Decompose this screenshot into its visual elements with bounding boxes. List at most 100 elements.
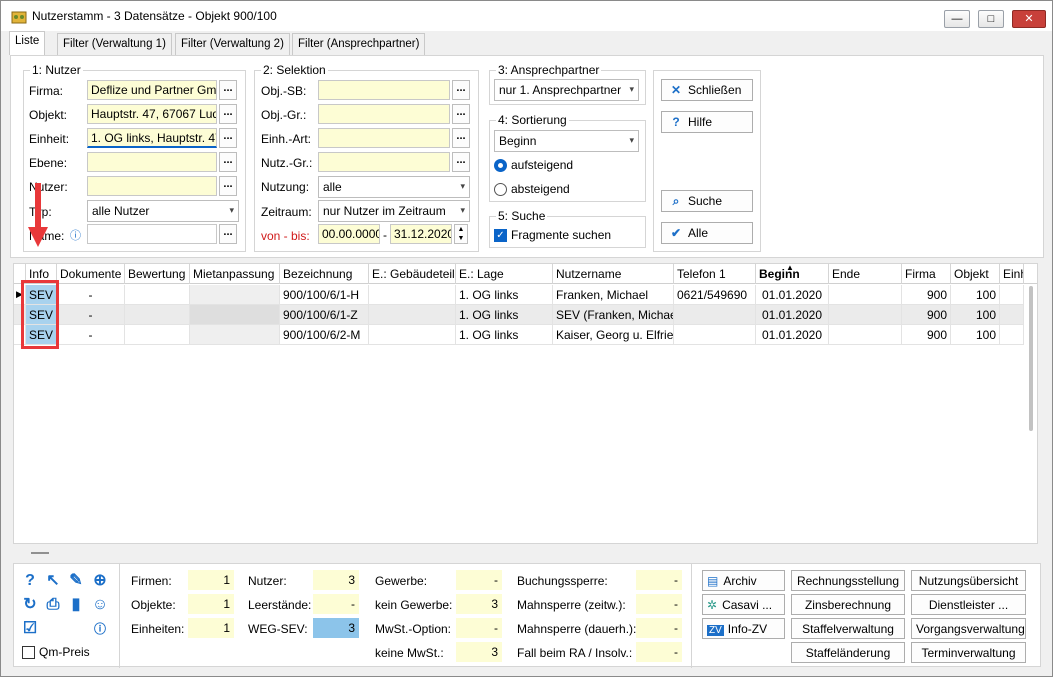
nutzername-cell: SEV (Franken, Michael)	[553, 305, 674, 325]
table-row[interactable]: SEV - 900/100/6/1-Z 1. OG links SEV (Fra…	[14, 305, 1024, 325]
help-icon[interactable]: ?	[21, 572, 39, 590]
col-mietanpassung[interactable]: Mietanpassung	[190, 264, 280, 284]
col-bezeichnung[interactable]: Bezeichnung	[280, 264, 369, 284]
einh-art-browse-button[interactable]: ...	[452, 128, 470, 148]
refresh-icon[interactable]: ↻	[21, 596, 39, 614]
aufsteigend-radio[interactable]	[494, 159, 507, 172]
select-icon[interactable]: ↖	[44, 572, 62, 590]
obj-sb-browse-button[interactable]: ...	[452, 80, 470, 100]
qm-preis-checkbox[interactable]	[22, 646, 35, 659]
absteigend-radio[interactable]	[494, 183, 507, 196]
chevron-down-icon: ▾	[460, 205, 465, 215]
col-einh[interactable]: Einh	[1000, 264, 1024, 284]
terminverwaltung-button[interactable]: Terminverwaltung	[911, 642, 1026, 663]
info-zv-button[interactable]: ZV Info-ZV	[702, 618, 785, 639]
einheit-field[interactable]: 1. OG links, Hauptstr. 47	[87, 128, 217, 148]
keine-mwst-value: 3	[456, 642, 502, 662]
sortierung-select[interactable]: Beginn ▾	[494, 130, 639, 152]
nutzer-browse-button[interactable]: ...	[219, 176, 237, 196]
tab-filter-verwaltung-2[interactable]: Filter (Verwaltung 2)	[175, 33, 290, 55]
all-button[interactable]: ✔ Alle	[661, 222, 753, 244]
sortierung-group: 4: Sortierung Beginn ▾ aufsteigend abstei…	[489, 113, 646, 202]
nutz-gr-field[interactable]	[318, 152, 450, 172]
maximize-button[interactable]: □	[978, 10, 1004, 28]
nutzung-label: Nutzung:	[261, 180, 310, 194]
rechnungsstellung-button[interactable]: Rechnungsstellung	[791, 570, 905, 591]
col-objekt[interactable]: Objekt	[951, 264, 1000, 284]
close-button[interactable]: ✕ Schließen	[661, 79, 753, 101]
name-browse-button[interactable]: ...	[219, 224, 237, 244]
weg-sev-value[interactable]: 3	[313, 618, 359, 638]
tab-filter-verwaltung-1[interactable]: Filter (Verwaltung 1)	[57, 33, 172, 55]
search-button[interactable]: ⌕ Suche	[661, 190, 753, 212]
telefon-cell	[674, 325, 756, 345]
firma-field[interactable]: Deflize und Partner GmbH	[87, 80, 217, 100]
table-row[interactable]: SEV - 900/100/6/2-M 1. OG links Kaiser, …	[14, 325, 1024, 345]
fragmente-checkbox[interactable]: ✓	[494, 229, 507, 242]
objekt-cell: 100	[951, 285, 1000, 305]
objekt-cell: 100	[951, 325, 1000, 345]
col-gebaeudeteil[interactable]: E.: Gebäudeteil	[369, 264, 456, 284]
col-dokumente[interactable]: Dokumente	[57, 264, 125, 284]
date-to-field[interactable]: 31.12.2020	[390, 224, 452, 244]
einh-art-field[interactable]	[318, 128, 450, 148]
mietanpassung-cell	[190, 285, 280, 305]
zinsberechnung-button[interactable]: Zinsberechnung	[791, 594, 905, 615]
close-icon: ✕	[670, 83, 682, 97]
zeitraum-select[interactable]: nur Nutzer im Zeitraum ▾	[318, 200, 470, 222]
summary-panel: ? ↖ ✎ ⊕ ↻ ⎙ ▮ ☺ ☑ ⓘ Qm-Preis Firmen: 1 O…	[13, 563, 1041, 668]
col-firma[interactable]: Firma	[902, 264, 951, 284]
dienstleister-button[interactable]: Dienstleister ...	[911, 594, 1026, 615]
casavi-button[interactable]: ✲ Casavi ...	[702, 594, 785, 615]
date-from-field[interactable]: 00.00.0000	[318, 224, 380, 244]
checklist-icon[interactable]: ☑	[21, 620, 39, 638]
main-window: Nutzerstamm - 3 Datensätze - Objekt 900/…	[0, 0, 1053, 677]
help-button[interactable]: ? Hilfe	[661, 111, 753, 133]
obj-sb-field[interactable]	[318, 80, 450, 100]
ebene-field[interactable]	[87, 152, 217, 172]
obj-gr-field[interactable]	[318, 104, 450, 124]
info-icon[interactable]: ⓘ	[91, 620, 109, 638]
einheit-browse-button[interactable]: ...	[219, 128, 237, 148]
objekt-field[interactable]: Hauptstr. 47, 67067 Ludwigshafen	[87, 104, 217, 124]
tab-liste[interactable]: Liste	[9, 31, 46, 55]
office-icon[interactable]: ▮	[67, 596, 85, 614]
user-icon[interactable]: ☺	[91, 596, 109, 614]
nutz-gr-browse-button[interactable]: ...	[452, 152, 470, 172]
nutzer-field[interactable]	[87, 176, 217, 196]
tab-filter-ansprechpartner[interactable]: Filter (Ansprechpartner)	[292, 33, 426, 55]
col-lage[interactable]: E.: Lage	[456, 264, 553, 284]
archiv-button[interactable]: ▤ Archiv	[702, 570, 785, 591]
divider	[691, 564, 692, 668]
vorgangsverwaltung-button[interactable]: Vorgangsverwaltung	[911, 618, 1026, 639]
col-bewertung[interactable]: Bewertung	[125, 264, 190, 284]
name-field[interactable]	[87, 224, 217, 244]
mietanpassung-cell	[190, 325, 280, 345]
firma-browse-button[interactable]: ...	[219, 80, 237, 100]
staffelverwaltung-button[interactable]: Staffelverwaltung	[791, 618, 905, 639]
close-window-button[interactable]: ✕	[1012, 10, 1046, 28]
vertical-scrollbar[interactable]	[1029, 286, 1033, 431]
obj-sb-label: Obj.-SB:	[261, 84, 307, 98]
ansprechpartner-select[interactable]: nur 1. Ansprechpartner ▾	[494, 79, 639, 101]
nutzung-select[interactable]: alle ▾	[318, 176, 470, 198]
nutzer-group: 1: Nutzer Firma: Deflize und Partner Gmb…	[23, 63, 246, 252]
objekt-browse-button[interactable]: ...	[219, 104, 237, 124]
mahnsperre-zeitw-label: Mahnsperre (zeitw.):	[517, 598, 626, 612]
typ-select[interactable]: alle Nutzer ▾	[87, 200, 239, 222]
table-row[interactable]: ▶ SEV - 900/100/6/1-H 1. OG links Franke…	[14, 285, 1024, 305]
col-telefon[interactable]: Telefon 1	[674, 264, 756, 284]
ebene-browse-button[interactable]: ...	[219, 152, 237, 172]
lage-cell: 1. OG links	[456, 305, 553, 325]
print-icon[interactable]: ⎙	[44, 596, 62, 614]
nutzungsuebersicht-button[interactable]: Nutzungsübersicht	[911, 570, 1026, 591]
add-icon[interactable]: ⊕	[91, 572, 109, 590]
staffelaenderung-button[interactable]: Staffeländerung	[791, 642, 905, 663]
col-ende[interactable]: Ende	[829, 264, 902, 284]
col-nutzername[interactable]: Nutzername	[553, 264, 674, 284]
edit-icon[interactable]: ✎	[67, 572, 85, 590]
panel-splitter[interactable]	[31, 552, 49, 554]
minimize-button[interactable]: —	[944, 10, 970, 28]
date-spinner[interactable]: ▲ ▼	[454, 224, 468, 244]
obj-gr-browse-button[interactable]: ...	[452, 104, 470, 124]
